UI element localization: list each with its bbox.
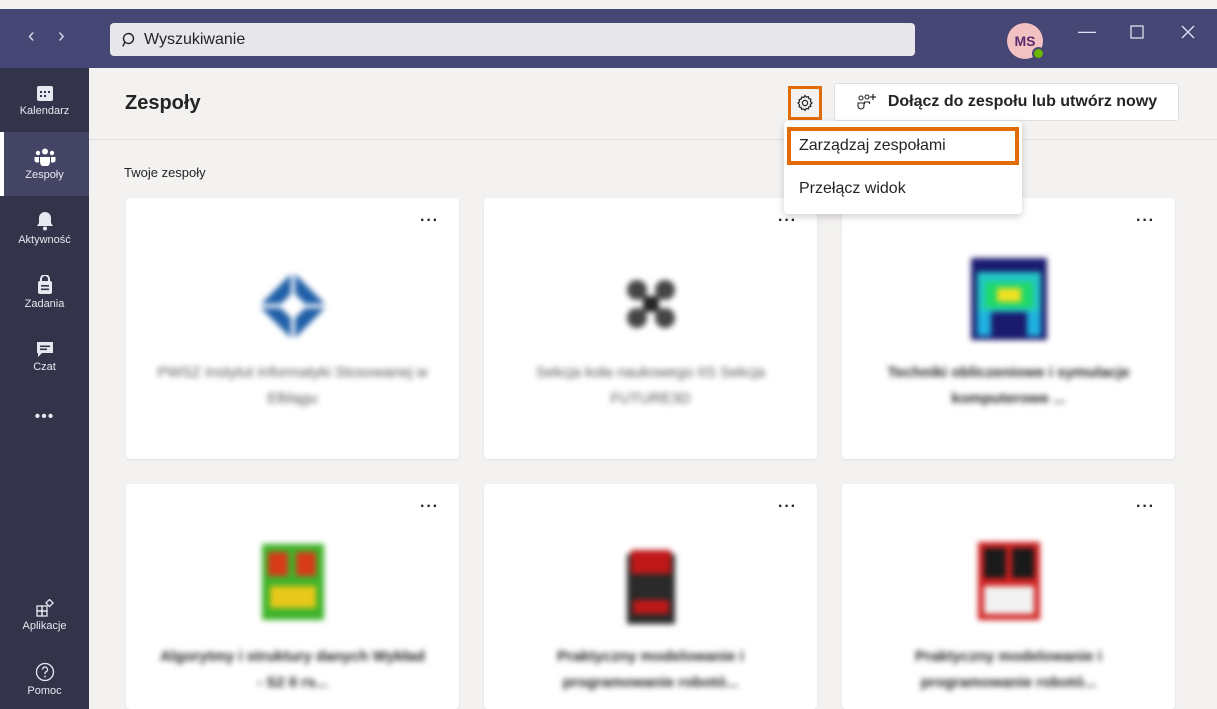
team-logo-image — [258, 272, 327, 340]
more-options-icon[interactable]: ··· — [1136, 498, 1155, 516]
join-button-label: Dołącz do zespołu lub utwórz nowy — [887, 93, 1158, 110]
rail-item-chat[interactable]: Czat — [0, 324, 89, 388]
team-card[interactable]: ··· Praktyczny modelowanie i programowan… — [842, 484, 1175, 709]
settings-dropdown-menu: Zarządzaj zespołami Przełącz widok — [784, 121, 1022, 214]
assignments-icon — [37, 274, 52, 294]
page-header: Zespoły Dołącz do zespołu lub utwórz now… — [89, 68, 1217, 140]
join-or-create-team-button[interactable]: Dołącz do zespołu lub utwórz nowy — [834, 83, 1179, 121]
team-logo-image — [970, 258, 1047, 340]
team-name: Sekcja koła naukowego IIS Sekcja FUTURE3… — [535, 364, 766, 407]
avatar-initials: MS — [1014, 33, 1036, 49]
back-arrow-icon[interactable]: ‹ — [28, 26, 35, 46]
help-icon — [35, 662, 54, 681]
settings-button[interactable] — [788, 86, 822, 120]
more-options-icon[interactable]: ··· — [778, 498, 797, 516]
rail-label-apps: Aplikacje — [22, 619, 67, 632]
rail-label-teams: Zespoły — [25, 168, 64, 181]
rail-item-apps[interactable]: Aplikacje — [0, 583, 89, 647]
more-dots-icon: ••• — [34, 408, 55, 425]
search-bar[interactable]: Wyszukiwanie — [110, 23, 915, 56]
menu-item-switch-view[interactable]: Przełącz widok — [784, 171, 1022, 207]
team-card[interactable]: ··· Sekcja koła naukowego IIS Sekcja FUT… — [484, 198, 817, 459]
rail-label-help: Pomoc — [27, 684, 62, 697]
rail-label-assignments: Zadania — [24, 297, 65, 310]
team-card[interactable]: ··· Techniki obliczeniowe i symulacje ko… — [842, 198, 1175, 459]
rail-item-help[interactable]: Pomoc — [0, 647, 89, 709]
close-icon[interactable] — [1181, 24, 1195, 42]
minimize-icon[interactable]: — — [1078, 22, 1096, 40]
forward-arrow-icon[interactable]: › — [58, 26, 65, 46]
team-logo-image — [977, 542, 1040, 620]
page-title: Zespoły — [125, 92, 201, 114]
team-card[interactable]: ··· Praktyczny modelowanie i programowan… — [484, 484, 817, 709]
add-team-icon — [856, 93, 878, 111]
title-bar: ‹ › Wyszukiwanie MS — — [0, 0, 1217, 68]
maximize-icon[interactable] — [1130, 24, 1144, 42]
window-top-strip — [0, 0, 1217, 9]
more-options-icon[interactable]: ··· — [1136, 212, 1155, 230]
team-card[interactable]: ··· Algorytmy i struktury danych Wykład … — [126, 484, 459, 709]
user-avatar[interactable]: MS — [1007, 23, 1045, 60]
rail-item-teams[interactable]: Zespoły — [0, 132, 89, 196]
search-placeholder[interactable]: Wyszukiwanie — [144, 31, 245, 49]
teams-icon — [34, 148, 55, 166]
search-icon — [122, 32, 135, 47]
more-options-icon[interactable]: ··· — [420, 212, 439, 230]
rail-label-chat: Czat — [33, 360, 56, 373]
section-title-your-teams: Twoje zespoły — [124, 165, 206, 180]
calendar-icon — [36, 85, 53, 101]
team-name: Techniki obliczeniowe i symulacje komput… — [887, 364, 1130, 407]
rail-item-calendar[interactable]: Kalendarz — [0, 68, 89, 132]
rail-item-activity[interactable]: Aktywność — [0, 196, 89, 260]
team-card[interactable]: ··· PWSZ Instytut Informatyki Stosowanej… — [126, 198, 459, 459]
more-options-icon[interactable]: ··· — [778, 212, 797, 230]
rail-item-assignments[interactable]: Zadania — [0, 260, 89, 324]
gear-icon — [797, 94, 813, 112]
rail-label-activity: Aktywność — [18, 233, 71, 246]
chat-icon — [36, 341, 53, 357]
team-logo-image — [626, 280, 675, 328]
team-logo-image — [626, 550, 675, 624]
more-options-icon[interactable]: ··· — [420, 498, 439, 516]
team-name: Praktyczny modelowanie i programowanie r… — [557, 648, 744, 691]
bell-icon — [36, 211, 53, 230]
team-name: PWSZ Instytut Informatyki Stosowanej w E… — [157, 364, 428, 407]
team-logo-image — [261, 544, 324, 620]
more-apps-button[interactable]: ••• — [0, 402, 89, 432]
rail-label-calendar: Kalendarz — [19, 104, 70, 117]
apps-icon — [35, 598, 54, 617]
app-bar: Kalendarz Zespoły Aktywność Zadania Czat — [0, 68, 89, 709]
team-name: Algorytmy i struktury danych Wykład - S2… — [160, 648, 425, 691]
presence-available-icon — [1032, 47, 1045, 60]
team-name: Praktyczny modelowanie i programowanie r… — [915, 648, 1102, 691]
menu-item-manage-teams[interactable]: Zarządzaj zespołami — [787, 127, 1019, 165]
